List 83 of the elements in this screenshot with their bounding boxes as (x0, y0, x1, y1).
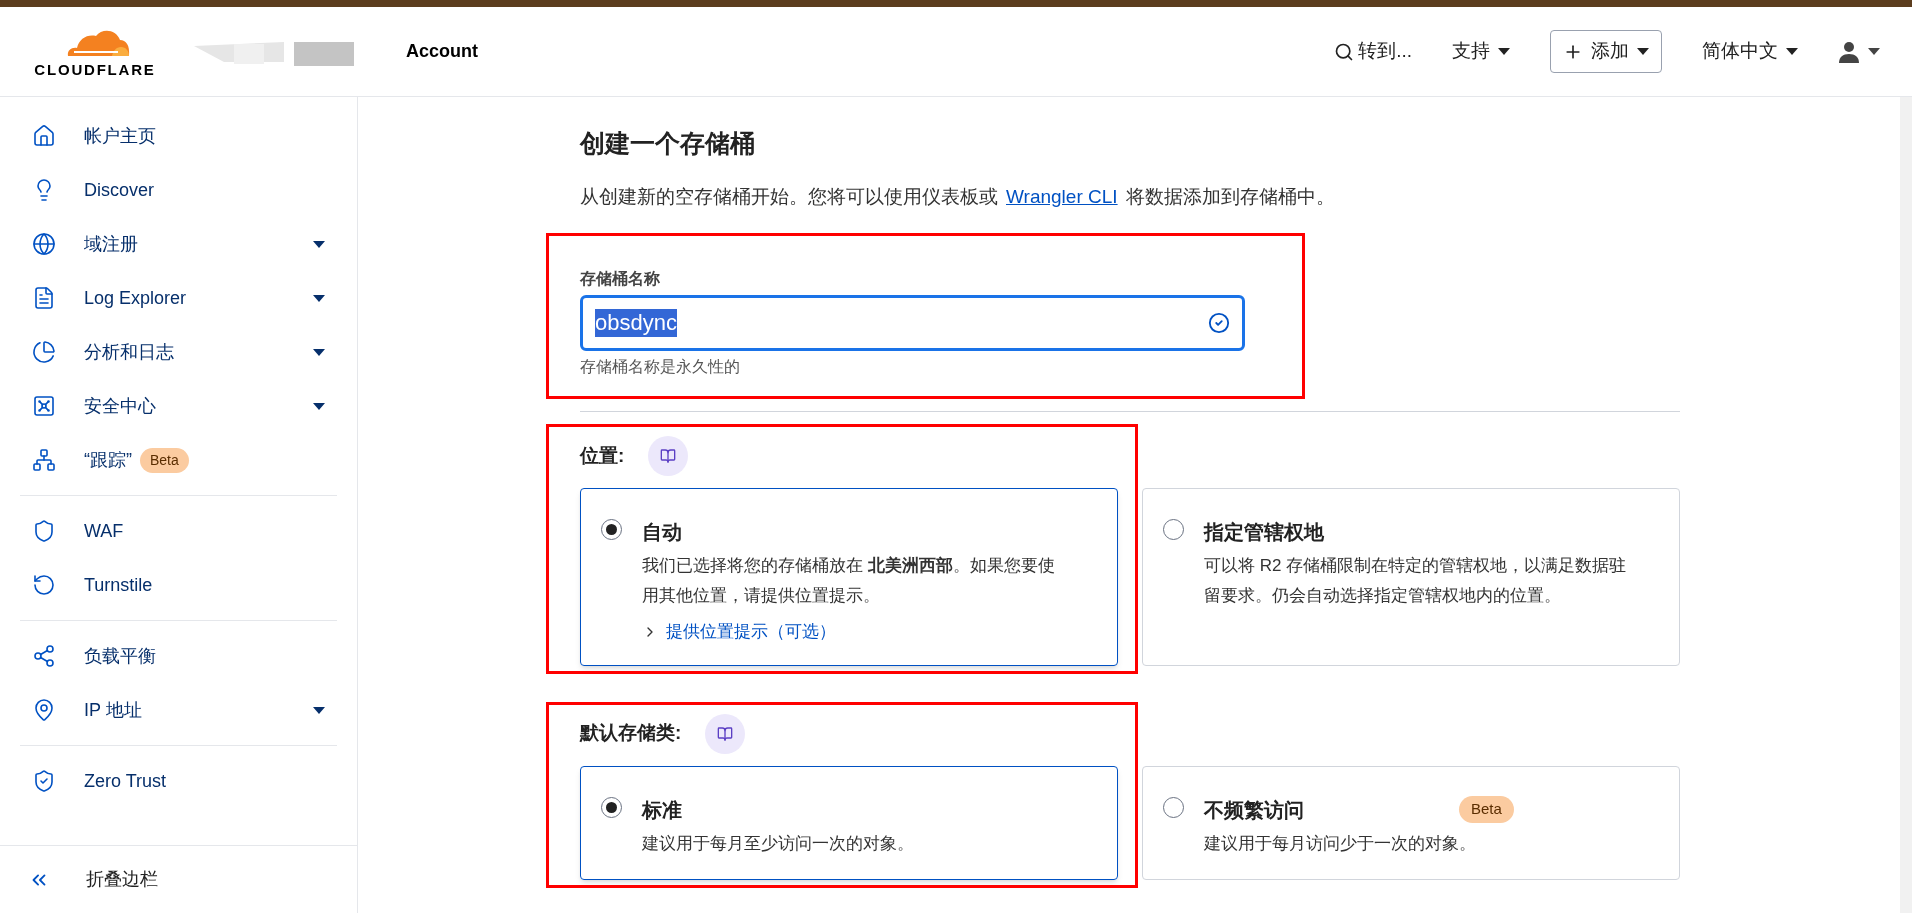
option-card[interactable]: 自动 我们已选择将您的存储桶放在 北美洲西部。如果您要使用其他位置，请提供位置提示。 提供位置提示（可选） (580, 488, 1118, 666)
section-label: 位置: (580, 443, 625, 468)
field-hint: 存储桶名称是永久性的 (580, 357, 741, 377)
sidebar-item[interactable]: 负载平衡 (20, 629, 337, 683)
option-title: 自动 (642, 520, 682, 545)
document-icon (32, 286, 56, 310)
sidebar-item[interactable]: “跟踪” Beta (20, 433, 337, 487)
option-card[interactable]: 不频繁访问 Beta 建议用于每月访问少于一次的对象。 (1142, 765, 1680, 880)
book-icon (717, 725, 734, 742)
option-title: 标准 (642, 797, 682, 823)
sidebar-item[interactable]: 帐户主页 (20, 109, 337, 163)
bucket-name-field[interactable]: obsdync (580, 295, 1245, 351)
option-title: 不频繁访问 (1204, 797, 1304, 823)
sidebar-label: 安全中心 (84, 394, 156, 418)
sidebar-label: 分析和日志 (84, 340, 174, 364)
sidebar-item[interactable]: Zero Trust (20, 754, 337, 808)
brand-name: CLOUDFLARE (34, 62, 156, 77)
scrollbar[interactable] (1900, 97, 1912, 913)
user-icon (1838, 40, 1860, 63)
share-nodes-icon (32, 644, 56, 668)
location-hint-link[interactable]: 提供位置提示（可选） (642, 619, 1069, 645)
book-icon (660, 448, 677, 464)
wrangler-cli-link[interactable]: Wrangler CLI (1006, 182, 1118, 211)
caret-icon (313, 402, 325, 410)
add-button[interactable]: 添加 (1550, 30, 1662, 73)
sidebar-label: 负载平衡 (84, 644, 156, 668)
intro-text: 将数据添加到存储桶中。 (1125, 184, 1335, 209)
sidebar-label: WAF (84, 519, 124, 543)
intro-text: 从创建新的空存储桶开始。您将可以使用仪表板或 (580, 184, 998, 209)
sidebar-label: 域注册 (84, 232, 138, 256)
beta-badge: Beta (140, 447, 189, 473)
caret-icon (313, 706, 325, 714)
sidebar-label: Discover (84, 178, 154, 202)
caret-icon (313, 240, 325, 248)
caret-icon (313, 294, 325, 302)
page-title: 创建一个存储桶 (580, 128, 756, 159)
sidebar-label: Zero Trust (84, 769, 167, 793)
sidebar-item[interactable]: WAF (20, 504, 337, 558)
field-label: 存储桶名称 (580, 269, 661, 289)
option-title: 指定管辖权地 (1204, 520, 1324, 545)
option-description: 我们已选择将您的存储桶放在 北美洲西部。如果您要使用其他位置，请提供位置提示。 (642, 555, 1056, 607)
caret-icon (1786, 48, 1798, 55)
map-pin-icon (32, 698, 56, 722)
hierarchy-icon (32, 448, 56, 472)
menu-button[interactable]: 简体中文 (1702, 37, 1798, 66)
caret-icon (1637, 48, 1649, 55)
sidebar-label: Turnstile (84, 573, 153, 597)
sidebar-item[interactable]: 分析和日志 (20, 325, 337, 379)
option-description: 可以将 R2 存储桶限制在特定的管辖权地，以满足数据驻留要求。仍会自动选择指定管辖权地内的位置。 (1204, 555, 1628, 607)
shield-icon (32, 769, 56, 793)
sidebar-item[interactable]: Discover (20, 163, 337, 217)
user-menu-button[interactable] (1838, 40, 1880, 63)
section-label: 默认存储类: (580, 721, 682, 746)
option-card[interactable]: 标准 建议用于每月至少访问一次的对象。 (580, 765, 1118, 880)
sidebar-item[interactable]: 域注册 (20, 217, 337, 271)
sidebar-label: IP 地址 (84, 698, 142, 722)
option-card[interactable]: 指定管辖权地 可以将 R2 存储桶限制在特定的管辖权地，以满足数据驻留要求。仍会自动选择指定管辖权地内的位置。 (1142, 488, 1680, 666)
sidebar-label: “跟踪” (84, 448, 132, 472)
caret-icon (1868, 48, 1880, 55)
shield-icon (32, 519, 56, 543)
option-description: 建议用于每月至少访问一次的对象。 (642, 832, 915, 855)
home-icon (32, 124, 56, 148)
account-name: Account (406, 40, 478, 63)
sidebar-item[interactable]: Log Explorer (20, 271, 337, 325)
collapse-sidebar-button[interactable]: 折叠边栏 (0, 845, 357, 913)
search-icon (1334, 41, 1355, 62)
caret-icon (313, 348, 325, 356)
sidebar-label: 帐户主页 (84, 124, 156, 148)
search-button[interactable]: 转到... (1334, 37, 1412, 66)
valid-check-icon (1208, 312, 1230, 334)
pie-chart-icon (32, 340, 56, 364)
field-value: obsdync (595, 309, 677, 337)
sidebar-item[interactable]: 安全中心 (20, 379, 337, 433)
globe-icon (32, 232, 56, 256)
menu-button[interactable]: 支持 (1452, 37, 1510, 66)
docs-button[interactable] (648, 436, 689, 476)
sidebar-item[interactable]: Turnstile (20, 558, 337, 612)
beta-badge: Beta (1459, 796, 1514, 823)
sidebar-item[interactable]: IP 地址 (20, 683, 337, 737)
option-description: 建议用于每月访问少于一次的对象。 (1204, 832, 1477, 855)
sidebar-label: Log Explorer (84, 286, 187, 310)
cloudflare-logo[interactable]: CLOUDFLARE (20, 26, 170, 77)
caret-icon (1498, 48, 1510, 55)
